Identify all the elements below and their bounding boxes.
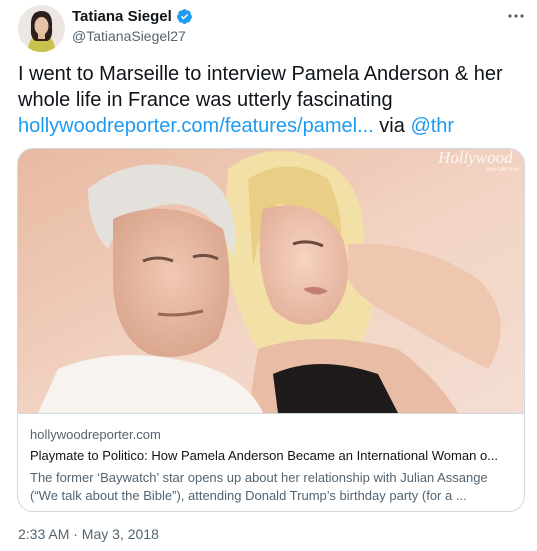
card-image[interactable]: Hollywood REPORTER — [18, 149, 524, 413]
tweet-link[interactable]: hollywoodreporter.com/features/pamel... — [18, 115, 374, 137]
tweet-text: I went to Marseille to interview Pamela … — [18, 61, 518, 139]
avatar-image — [18, 5, 65, 52]
author-avatar[interactable] — [18, 5, 65, 52]
card-domain: hollywoodreporter.com — [30, 427, 161, 442]
card-description-line: The former ‘Baywatch’ star opens up abou… — [30, 470, 488, 485]
card-watermark: Hollywood — [437, 149, 513, 167]
author-handle[interactable]: @TatianaSiegel27 — [72, 28, 186, 44]
tweet-timestamp[interactable]: 2:33 AM · May 3, 2018 — [18, 526, 159, 542]
via-label: via — [379, 115, 405, 137]
tweet[interactable]: Tatiana Siegel @TatianaSiegel27 I went t… — [0, 0, 537, 551]
verified-badge-icon — [176, 9, 192, 24]
link-preview-card[interactable]: Hollywood REPORTER hollywoodreporter.com… — [17, 148, 525, 512]
card-meta[interactable]: hollywoodreporter.com Playmate to Politi… — [18, 413, 524, 511]
tweet-text-line: I went to Marseille to interview Pamela … — [18, 63, 503, 85]
card-watermark-sub: REPORTER — [486, 167, 520, 173]
mention-link[interactable]: @thr — [410, 115, 454, 137]
more-options-icon[interactable] — [505, 6, 527, 26]
card-description-line: (“We talk about the Bible”), attending D… — [30, 488, 467, 503]
card-title[interactable]: Playmate to Politico: How Pamela Anderso… — [30, 447, 512, 465]
tweet-text-line: whole life in France was utterly fascina… — [18, 89, 393, 111]
card-description: The former ‘Baywatch’ star opens up abou… — [30, 469, 512, 505]
author-name[interactable]: Tatiana Siegel — [72, 8, 172, 25]
author-name-row[interactable]: Tatiana Siegel — [72, 8, 193, 25]
